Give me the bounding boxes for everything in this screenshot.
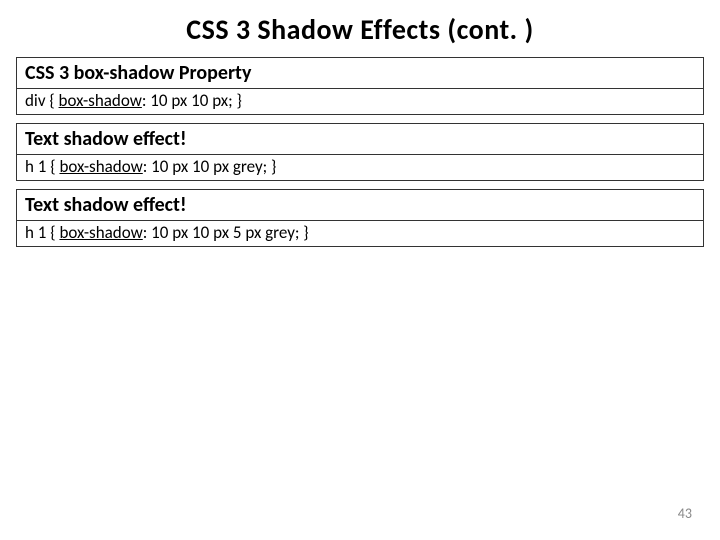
- code-example: h 1 { box-shadow: 10 px 10 px 5 px grey;…: [17, 221, 703, 246]
- code-example: div { box-shadow: 10 px 10 px; }: [17, 89, 703, 114]
- code-prefix: div {: [25, 90, 59, 111]
- code-prefix: h 1 {: [25, 156, 59, 177]
- code-prefix: h 1 {: [25, 222, 59, 243]
- section-box-1: CSS 3 box-shadow Property div { box-shad…: [16, 57, 704, 115]
- page-title: CSS 3 Shadow Effects (cont. ): [16, 12, 704, 47]
- section-box-2: Text shadow effect! h 1 { box-shadow: 10…: [16, 123, 704, 181]
- section-heading: Text shadow effect!: [17, 124, 703, 155]
- code-example: h 1 { box-shadow: 10 px 10 px grey; }: [17, 155, 703, 180]
- code-property: box-shadow: [59, 222, 142, 243]
- code-property: box-shadow: [59, 90, 142, 111]
- page-number: 43: [678, 505, 692, 522]
- code-suffix: : 10 px 10 px; }: [142, 90, 242, 111]
- section-heading: Text shadow effect!: [17, 190, 703, 221]
- code-property: box-shadow: [59, 156, 142, 177]
- code-suffix: : 10 px 10 px 5 px grey; }: [143, 222, 309, 243]
- section-box-3: Text shadow effect! h 1 { box-shadow: 10…: [16, 189, 704, 247]
- code-suffix: : 10 px 10 px grey; }: [143, 156, 277, 177]
- section-heading: CSS 3 box-shadow Property: [17, 58, 703, 89]
